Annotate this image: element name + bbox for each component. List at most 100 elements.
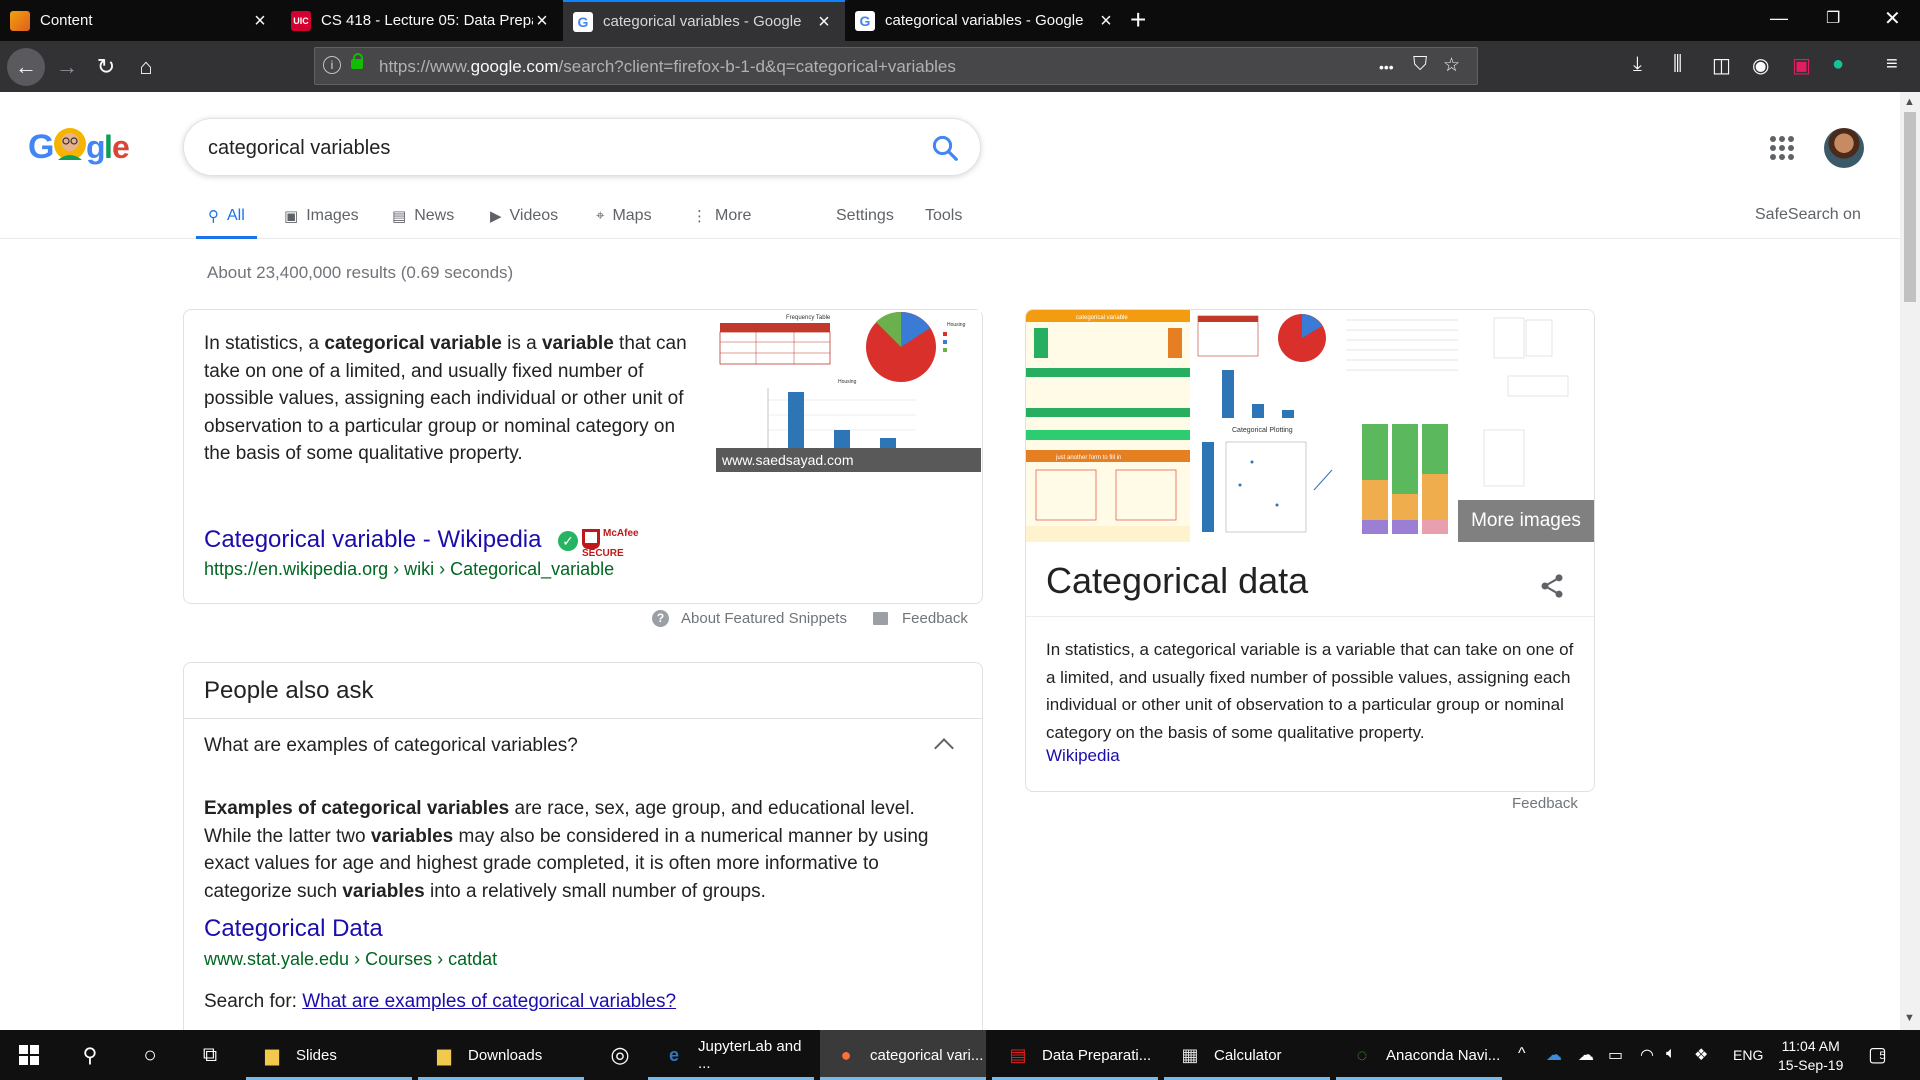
grammarly-icon[interactable]: ● bbox=[1832, 53, 1844, 76]
more-images-button[interactable]: More images bbox=[1458, 500, 1594, 542]
kp-image-3[interactable] bbox=[1342, 310, 1462, 542]
search-icon[interactable]: ⚲ bbox=[70, 1030, 110, 1080]
kp-source-link[interactable]: Wikipedia bbox=[1046, 746, 1120, 766]
uic-icon: UIC bbox=[291, 10, 311, 31]
menu-icon[interactable]: ≡ bbox=[1886, 53, 1898, 76]
tab-all[interactable]: ⚲ All bbox=[196, 207, 257, 239]
home-button[interactable]: ⌂ bbox=[129, 50, 163, 84]
account-icon[interactable]: ◉ bbox=[1752, 53, 1769, 78]
tab-google-active[interactable]: G categorical variables - Google × bbox=[563, 0, 845, 41]
tab-images[interactable]: ▣ Images bbox=[284, 207, 359, 239]
verified-check-icon: ✓ bbox=[558, 531, 578, 551]
dropbox-icon[interactable]: ❖ bbox=[1694, 1045, 1708, 1065]
task-view-icon[interactable]: ⧉ bbox=[190, 1030, 230, 1080]
close-window-icon[interactable]: ✕ bbox=[1884, 6, 1901, 31]
wifi-icon[interactable]: ◠ bbox=[1640, 1045, 1654, 1065]
pocket-extension-icon[interactable]: ▣ bbox=[1792, 53, 1811, 78]
snippet-text: In statistics, a categorical variable is… bbox=[204, 333, 687, 464]
media-app-icon[interactable]: ◎ bbox=[600, 1030, 640, 1080]
url-text[interactable]: https://www.google.com/search?client=fir… bbox=[379, 57, 956, 77]
settings-link[interactable]: Settings bbox=[836, 207, 894, 239]
minimize-icon[interactable]: — bbox=[1770, 8, 1788, 29]
lock-icon[interactable] bbox=[351, 53, 363, 69]
google-doodle-logo[interactable]: G g l e bbox=[28, 124, 138, 168]
svg-text:Frequency Table: Frequency Table bbox=[786, 315, 831, 321]
url-bar[interactable]: i https://www.google.com/search?client=f… bbox=[314, 47, 1478, 85]
more-vert-icon: ⋮ bbox=[692, 208, 707, 225]
close-tab-icon[interactable]: × bbox=[533, 11, 551, 31]
google-apps-icon[interactable] bbox=[1770, 136, 1794, 160]
windows-icon bbox=[19, 1045, 39, 1065]
forward-button[interactable]: → bbox=[50, 50, 84, 84]
language-indicator[interactable]: ENG bbox=[1733, 1047, 1763, 1063]
share-icon[interactable] bbox=[1538, 572, 1566, 600]
clock[interactable]: 11:04 AM 15-Sep-19 bbox=[1778, 1037, 1843, 1075]
tools-link[interactable]: Tools bbox=[925, 207, 962, 239]
tab-news[interactable]: ▤ News bbox=[392, 207, 454, 239]
action-center-icon[interactable]: ▢ 5 bbox=[1868, 1042, 1897, 1067]
battery-icon[interactable]: ▭ bbox=[1608, 1045, 1623, 1065]
anaconda-icon: ◌ bbox=[1356, 1044, 1368, 1065]
pocket-icon[interactable]: ⛉ bbox=[1413, 54, 1427, 76]
search-input[interactable] bbox=[208, 133, 888, 163]
avatar[interactable] bbox=[1824, 128, 1864, 168]
back-button[interactable]: ← bbox=[7, 48, 45, 86]
tab-more[interactable]: ⋮ More bbox=[692, 207, 751, 239]
tab-videos[interactable]: ▶ Videos bbox=[490, 207, 558, 239]
bookmark-star-icon[interactable]: ☆ bbox=[1443, 54, 1460, 77]
taskbar-item-slides[interactable]: ▆ Slides bbox=[246, 1030, 412, 1080]
tab-content[interactable]: Content × bbox=[0, 0, 281, 41]
taskbar-item-downloads[interactable]: ▆ Downloads bbox=[418, 1030, 584, 1080]
paa-title: People also ask bbox=[204, 677, 374, 704]
safesearch-status[interactable]: SafeSearch on bbox=[1755, 206, 1861, 224]
tab-maps[interactable]: ⌖ Maps bbox=[596, 207, 652, 239]
restore-icon[interactable]: ❐ bbox=[1826, 8, 1840, 28]
mcafee-secure-badge[interactable]: McAfee SECURE bbox=[582, 529, 639, 559]
cortana-icon[interactable]: ○ bbox=[130, 1030, 170, 1080]
start-button[interactable] bbox=[0, 1030, 58, 1080]
scroll-up-icon[interactable]: ▲ bbox=[1904, 96, 1915, 108]
calculator-icon: ▦ bbox=[1181, 1044, 1199, 1065]
paa-question[interactable]: What are examples of categorical variabl… bbox=[204, 735, 578, 757]
tab-cs418[interactable]: UIC CS 418 - Lecture 05: Data Prepa × bbox=[281, 0, 563, 41]
paa-result-link[interactable]: Categorical Data bbox=[204, 915, 383, 943]
page-scrollbar[interactable]: ▲ ▼ bbox=[1900, 92, 1920, 1030]
snippet-result-link[interactable]: Categorical variable - Wikipedia bbox=[204, 526, 541, 554]
divider bbox=[1026, 616, 1594, 617]
onedrive-icon[interactable]: ☁ bbox=[1546, 1045, 1562, 1065]
scrollbar-thumb[interactable] bbox=[1904, 112, 1916, 302]
folder-icon: ▆ bbox=[437, 1044, 451, 1065]
about-featured-snippets-link[interactable]: ? About Featured Snippets bbox=[652, 610, 847, 627]
snippet-image[interactable]: Frequency Table Housing Housing www.saed… bbox=[716, 310, 981, 472]
taskbar-item-calculator[interactable]: ▦ Calculator bbox=[1164, 1030, 1330, 1080]
svg-text:e: e bbox=[112, 129, 130, 165]
close-tab-icon[interactable]: × bbox=[815, 12, 833, 32]
page-actions-icon[interactable]: ••• bbox=[1379, 59, 1394, 75]
kp-image-2[interactable]: Categorical Plotting bbox=[1192, 310, 1340, 542]
paa-search-for-link[interactable]: What are examples of categorical variabl… bbox=[302, 991, 676, 1012]
show-hidden-icons[interactable]: ^ bbox=[1518, 1045, 1526, 1063]
new-tab-button[interactable]: + bbox=[1130, 4, 1146, 36]
kp-image-1[interactable]: categorical variable just another form t… bbox=[1026, 310, 1190, 542]
volume-icon[interactable]: 🔈︎ bbox=[1666, 1045, 1676, 1063]
reload-button[interactable]: ↻ bbox=[89, 50, 123, 84]
scroll-down-icon[interactable]: ▼ bbox=[1904, 1012, 1915, 1024]
snippet-feedback-link[interactable]: Feedback bbox=[873, 610, 968, 627]
firefox-icon: ● bbox=[840, 1044, 852, 1065]
close-tab-icon[interactable]: × bbox=[1097, 11, 1115, 31]
cloud-icon[interactable]: ☁ bbox=[1578, 1045, 1594, 1065]
download-icon[interactable]: ⤓ bbox=[1633, 53, 1642, 76]
info-icon[interactable]: i bbox=[323, 56, 341, 74]
snippet-image-caption: www.saedsayad.com bbox=[716, 448, 981, 472]
taskbar-item-jupyterlab[interactable]: e JupyterLab and ... bbox=[648, 1030, 814, 1080]
search-icon[interactable] bbox=[930, 133, 960, 163]
sidebar-icon[interactable]: ◫ bbox=[1712, 53, 1731, 78]
taskbar-item-pdf[interactable]: ▤ Data Preparati... bbox=[992, 1030, 1158, 1080]
close-tab-icon[interactable]: × bbox=[251, 11, 269, 31]
chevron-up-icon[interactable] bbox=[934, 738, 954, 758]
taskbar-item-anaconda[interactable]: ◌ Anaconda Navi... bbox=[1336, 1030, 1502, 1080]
tab-google[interactable]: G categorical variables - Google × bbox=[845, 0, 1127, 41]
taskbar-item-firefox[interactable]: ● categorical vari... bbox=[820, 1030, 986, 1080]
library-icon[interactable]: ⫼ bbox=[1673, 53, 1682, 76]
kp-feedback-link[interactable]: Feedback bbox=[1512, 795, 1578, 812]
